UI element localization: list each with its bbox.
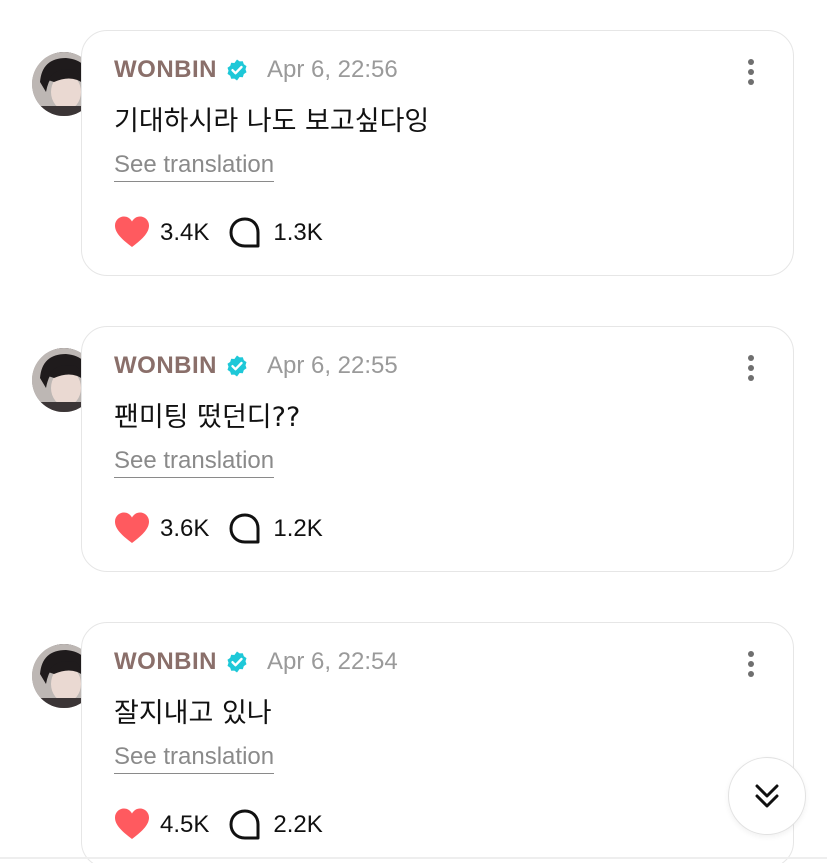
comment-button[interactable]: 1.3K (227, 215, 323, 251)
like-button[interactable]: 3.6K (114, 511, 209, 547)
like-count: 4.5K (160, 811, 210, 838)
comment-count: 2.2K (273, 811, 323, 838)
post-item: WONBIN Apr 6, 22:54 잘지내고 있나 See translat… (0, 622, 827, 863)
heart-icon (114, 215, 150, 251)
heart-icon (114, 511, 150, 547)
comment-bubble-icon (227, 807, 263, 843)
post-timestamp: Apr 6, 22:55 (266, 352, 398, 379)
post-item: WONBIN Apr 6, 22:55 팬미팅 떴던디?? See transl… (0, 326, 827, 576)
post-timestamp: Apr 6, 22:54 (266, 648, 398, 675)
post-actions: 3.4K 1.3K (114, 215, 341, 251)
post-card: WONBIN Apr 6, 22:56 기대하시라 나도 보고싶다잉 See t… (81, 30, 794, 276)
heart-icon (114, 807, 150, 843)
post-text: 팬미팅 떴던디?? (114, 402, 301, 433)
more-options-icon[interactable] (745, 355, 757, 381)
post-text: 기대하시라 나도 보고싶다잉 (114, 106, 430, 137)
bottom-divider (0, 857, 827, 859)
comment-count: 1.3K (273, 219, 323, 246)
author-name[interactable]: WONBIN (114, 56, 217, 84)
more-options-icon[interactable] (745, 651, 757, 677)
like-count: 3.6K (160, 515, 210, 542)
post-card: WONBIN Apr 6, 22:54 잘지내고 있나 See translat… (81, 622, 794, 863)
post-actions: 4.5K 2.2K (114, 807, 341, 843)
verified-badge-icon (225, 58, 249, 82)
like-button[interactable]: 3.4K (114, 215, 209, 251)
comment-button[interactable]: 2.2K (227, 807, 323, 843)
post-card: WONBIN Apr 6, 22:55 팬미팅 떴던디?? See transl… (81, 326, 794, 572)
verified-badge-icon (225, 354, 249, 378)
comment-bubble-icon (227, 215, 263, 251)
like-count: 3.4K (160, 219, 210, 246)
post-header: WONBIN Apr 6, 22:56 (114, 55, 398, 85)
see-translation-link[interactable]: See translation (114, 447, 275, 478)
double-chevron-down-icon (755, 784, 779, 808)
post-item: WONBIN Apr 6, 22:56 기대하시라 나도 보고싶다잉 See t… (0, 30, 827, 280)
post-header: WONBIN Apr 6, 22:54 (114, 647, 398, 677)
post-header: WONBIN Apr 6, 22:55 (114, 351, 398, 381)
author-name[interactable]: WONBIN (114, 648, 217, 676)
like-button[interactable]: 4.5K (114, 807, 209, 843)
see-translation-link[interactable]: See translation (114, 151, 275, 182)
post-actions: 3.6K 1.2K (114, 511, 341, 547)
post-timestamp: Apr 6, 22:56 (266, 56, 398, 83)
scroll-to-bottom-button[interactable] (728, 757, 806, 835)
comment-button[interactable]: 1.2K (227, 511, 323, 547)
comment-count: 1.2K (273, 515, 323, 542)
post-text: 잘지내고 있나 (114, 698, 272, 729)
post-feed: WONBIN Apr 6, 22:56 기대하시라 나도 보고싶다잉 See t… (0, 0, 827, 863)
more-options-icon[interactable] (745, 59, 757, 85)
author-name[interactable]: WONBIN (114, 352, 217, 380)
comment-bubble-icon (227, 511, 263, 547)
verified-badge-icon (225, 650, 249, 674)
see-translation-link[interactable]: See translation (114, 743, 275, 774)
